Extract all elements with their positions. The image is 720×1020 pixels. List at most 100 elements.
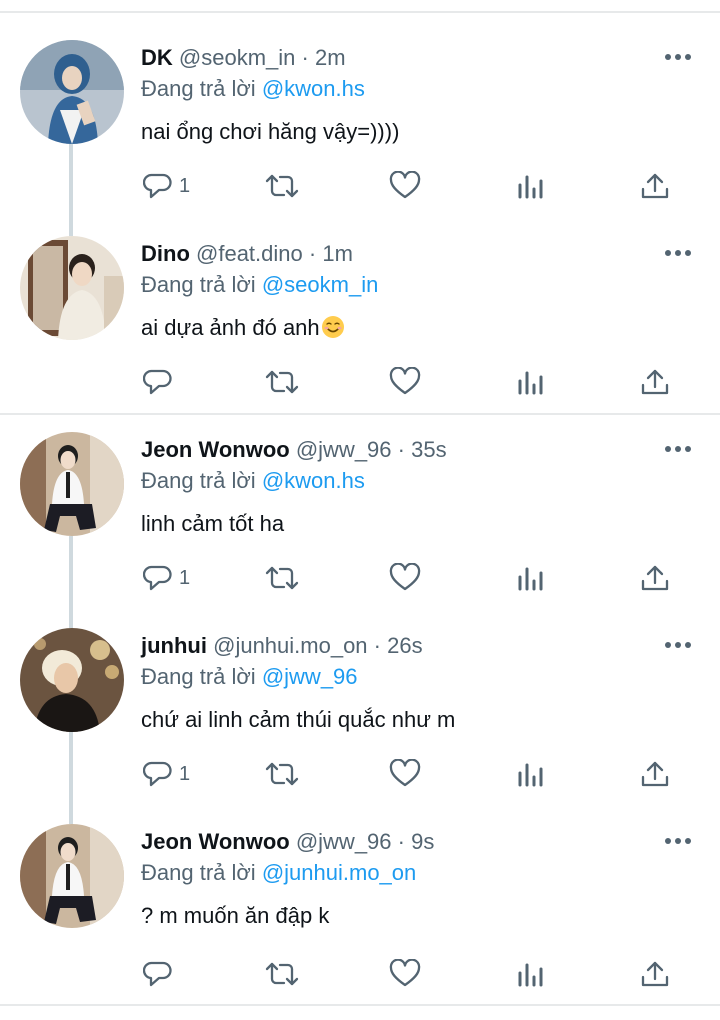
- retweet-button[interactable]: [264, 168, 300, 204]
- tweet-header: Jeon Wonwoo @jww_96 · 9s: [141, 827, 434, 857]
- share-icon: [641, 565, 669, 591]
- display-name[interactable]: Dino: [141, 241, 190, 266]
- reply-button[interactable]: [143, 956, 179, 992]
- retweet-icon: [265, 762, 299, 786]
- timestamp[interactable]: 1m: [322, 241, 353, 266]
- replying-to-line: Đang trả lời @kwon.hs: [141, 74, 365, 104]
- share-button[interactable]: [640, 560, 670, 596]
- replying-to-label: Đang trả lời: [141, 664, 256, 689]
- user-avatar[interactable]: [20, 824, 124, 928]
- tweet-text: ? m muốn ăn đập k: [141, 903, 330, 928]
- user-handle[interactable]: @junhui.mo_on: [213, 633, 367, 658]
- heart-icon: [389, 367, 421, 395]
- reply-mention-link[interactable]: @kwon.hs: [262, 468, 365, 493]
- retweet-button[interactable]: [264, 756, 300, 792]
- share-icon: [641, 961, 669, 987]
- display-name[interactable]: DK: [141, 45, 173, 70]
- timestamp[interactable]: 9s: [411, 829, 434, 854]
- share-button[interactable]: [640, 168, 670, 204]
- share-button[interactable]: [640, 956, 670, 992]
- reply-button[interactable]: 1: [143, 168, 190, 204]
- analytics-icon: [518, 371, 543, 395]
- avatar-junhui-image: [20, 628, 124, 732]
- tweet-text: ai dựa ảnh đó anh: [141, 315, 320, 340]
- reply-icon: [143, 761, 172, 787]
- separator-dot: ·: [308, 241, 317, 266]
- tweet-text: chứ ai linh cảm thúi quắc như m: [141, 707, 456, 732]
- reply-button[interactable]: 1: [143, 756, 190, 792]
- timestamp[interactable]: 35s: [411, 437, 446, 462]
- user-handle[interactable]: @jww_96: [296, 829, 392, 854]
- like-button[interactable]: [389, 756, 421, 792]
- user-avatar[interactable]: [20, 40, 124, 144]
- more-options-button[interactable]: [664, 834, 692, 846]
- reply-mention-link[interactable]: @junhui.mo_on: [262, 860, 416, 885]
- tweet-text: linh cảm tốt ha: [141, 511, 285, 536]
- more-dots-icon: [665, 642, 691, 648]
- reply-icon: [143, 961, 172, 987]
- analytics-icon: [518, 567, 543, 591]
- like-button[interactable]: [389, 364, 421, 400]
- more-options-button[interactable]: [664, 246, 692, 258]
- timestamp[interactable]: 2m: [315, 45, 346, 70]
- reply-button[interactable]: [143, 364, 179, 400]
- more-options-button[interactable]: [664, 638, 692, 650]
- more-options-button[interactable]: [664, 442, 692, 454]
- user-handle[interactable]: @feat.dino: [196, 241, 303, 266]
- retweet-icon: [265, 566, 299, 590]
- tweet-text-line: ai dựa ảnh đó anh: [141, 313, 345, 343]
- like-button[interactable]: [389, 560, 421, 596]
- action-bar: 1: [0, 756, 720, 792]
- separator-dot: ·: [397, 437, 405, 462]
- display-name[interactable]: Jeon Wonwoo: [141, 437, 290, 462]
- reply-tweet[interactable]: DK @seokm_in · 2m Đang trả lời @kwon.hs …: [0, 40, 720, 236]
- more-dots-icon: [665, 250, 691, 256]
- reply-mention-link[interactable]: @jww_96: [262, 664, 358, 689]
- reply-mention-link[interactable]: @seokm_in: [262, 272, 379, 297]
- analytics-button[interactable]: [517, 364, 545, 400]
- tweet-header: DK @seokm_in · 2m: [141, 43, 346, 73]
- user-handle[interactable]: @jww_96: [296, 437, 392, 462]
- reply-tweet[interactable]: Jeon Wonwoo @jww_96 · 9s Đang trả lời @j…: [0, 824, 720, 1020]
- retweet-icon: [265, 962, 299, 986]
- user-handle[interactable]: @seokm_in: [179, 45, 296, 70]
- display-name[interactable]: Jeon Wonwoo: [141, 829, 290, 854]
- timestamp[interactable]: 26s: [387, 633, 422, 658]
- more-options-button[interactable]: [664, 50, 692, 62]
- avatar-dk-image: [20, 40, 124, 144]
- share-button[interactable]: [640, 756, 670, 792]
- tweet-text: nai ổng chơi hăng vậy=)))): [141, 119, 400, 144]
- user-avatar[interactable]: [20, 628, 124, 732]
- analytics-button[interactable]: [517, 168, 545, 204]
- avatar-wonwoo-image: [20, 824, 124, 928]
- more-dots-icon: [665, 446, 691, 452]
- reply-tweet[interactable]: Jeon Wonwoo @jww_96 · 35s Đang trả lời @…: [0, 432, 720, 628]
- heart-icon: [389, 171, 421, 199]
- reply-tweet[interactable]: junhui @junhui.mo_on · 26s Đang trả lời …: [0, 628, 720, 824]
- retweet-button[interactable]: [264, 364, 300, 400]
- action-bar: [0, 956, 720, 992]
- reply-tweet[interactable]: Dino @feat.dino · 1m Đang trả lời @seokm…: [0, 236, 720, 432]
- analytics-icon: [518, 763, 543, 787]
- replying-to-line: Đang trả lời @junhui.mo_on: [141, 858, 416, 888]
- share-button[interactable]: [640, 364, 670, 400]
- like-button[interactable]: [389, 168, 421, 204]
- separator-dot: ·: [373, 633, 381, 658]
- analytics-icon: [518, 963, 543, 987]
- retweet-button[interactable]: [264, 956, 300, 992]
- more-dots-icon: [665, 54, 691, 60]
- reply-mention-link[interactable]: @kwon.hs: [262, 76, 365, 101]
- analytics-button[interactable]: [517, 560, 545, 596]
- reply-button[interactable]: 1: [143, 560, 190, 596]
- analytics-button[interactable]: [517, 956, 545, 992]
- more-dots-icon: [665, 838, 691, 844]
- replying-to-line: Đang trả lời @jww_96: [141, 662, 358, 692]
- replying-to-label: Đang trả lời: [141, 272, 256, 297]
- user-avatar[interactable]: [20, 432, 124, 536]
- user-avatar[interactable]: [20, 236, 124, 340]
- retweet-button[interactable]: [264, 560, 300, 596]
- replying-to-label: Đang trả lời: [141, 468, 256, 493]
- display-name[interactable]: junhui: [141, 633, 207, 658]
- analytics-button[interactable]: [517, 756, 545, 792]
- like-button[interactable]: [389, 956, 421, 992]
